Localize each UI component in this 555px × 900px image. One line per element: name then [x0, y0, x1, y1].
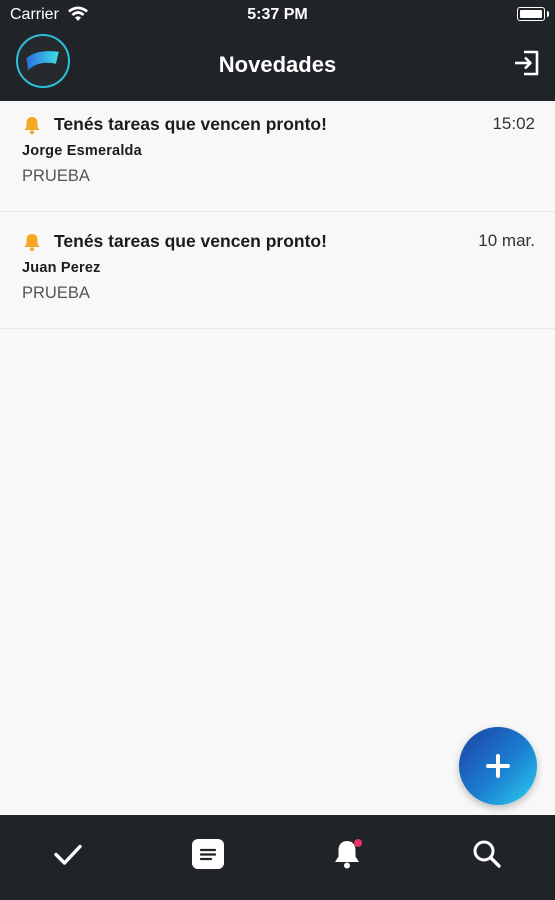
- tab-notifications[interactable]: [330, 837, 364, 871]
- tab-notes[interactable]: [191, 837, 225, 871]
- notification-title: Tenés tareas que vencen pronto!: [54, 231, 327, 251]
- status-bar: Carrier 5:37 PM: [0, 0, 555, 30]
- tab-tasks[interactable]: [51, 837, 85, 871]
- check-icon: [54, 844, 82, 865]
- search-icon: [473, 840, 501, 868]
- notification-item[interactable]: Tenés tareas que vencen pronto! 10 mar. …: [0, 212, 555, 329]
- notification-badge: [354, 839, 362, 847]
- notification-author: Juan Perez: [22, 260, 101, 276]
- top-bar: Carrier 5:37 PM Novedades: [0, 0, 555, 101]
- bell-icon: [24, 117, 40, 135]
- plus-icon: [486, 754, 510, 778]
- notification-list: Tenés tareas que vencen pronto! 15:02 Jo…: [0, 101, 555, 329]
- status-time: 5:37 PM: [247, 6, 308, 23]
- notification-time: 15:02: [492, 114, 535, 133]
- notification-time: 10 mar.: [478, 231, 535, 250]
- tab-bar: [0, 815, 555, 900]
- add-button[interactable]: [459, 727, 537, 805]
- battery-icon: [517, 7, 549, 21]
- notification-title: Tenés tareas que vencen pronto!: [54, 114, 327, 134]
- notification-author: Jorge Esmeralda: [22, 143, 142, 159]
- notification-item[interactable]: Tenés tareas que vencen pronto! 15:02 Jo…: [0, 101, 555, 212]
- logout-icon[interactable]: [513, 49, 541, 77]
- notes-icon: [192, 839, 224, 869]
- notification-body: PRUEBA: [22, 284, 90, 302]
- bell-icon: [24, 234, 40, 252]
- notification-body: PRUEBA: [22, 167, 90, 185]
- tab-search[interactable]: [470, 837, 504, 871]
- page-title: Novedades: [218, 52, 337, 77]
